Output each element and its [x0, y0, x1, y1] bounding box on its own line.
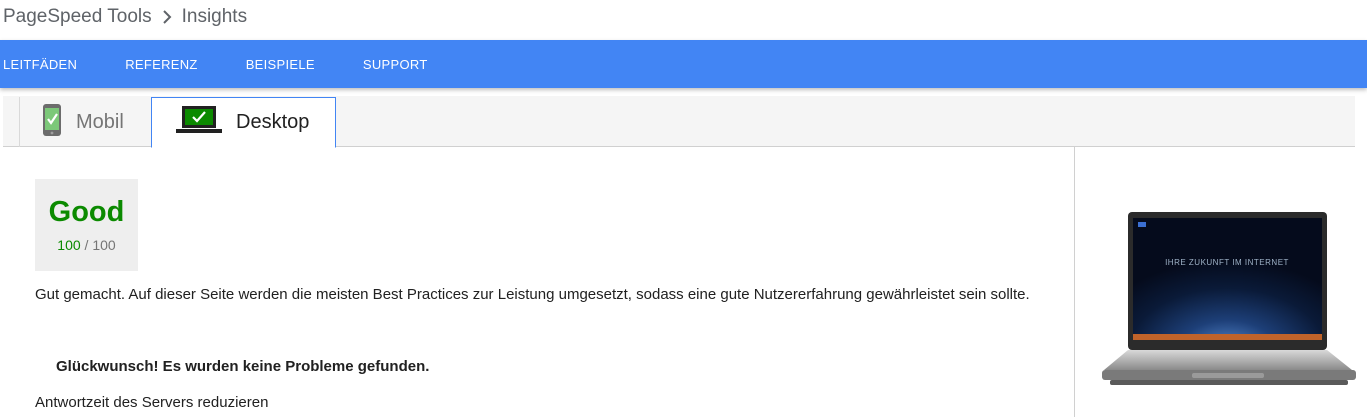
breadcrumb-pagespeed-tools[interactable]: PageSpeed Tools — [3, 6, 152, 28]
preview-screen-text: IHRE ZUKUNFT IM INTERNET — [1165, 258, 1289, 267]
desktop-screenshot-preview: IHRE ZUKUNFT IM INTERNET — [1100, 210, 1358, 395]
tab-desktop[interactable]: Desktop — [151, 97, 336, 148]
score-card: Good 100 / 100 — [35, 179, 138, 271]
nav-item-referenz[interactable]: REFERENZ — [125, 57, 197, 72]
breadcrumb: PageSpeed Tools Insights — [3, 5, 247, 29]
phone-check-icon — [42, 103, 62, 142]
column-divider — [1074, 147, 1075, 417]
top-nav: LEITFÄDEN REFERENZ BEISPIELE SUPPORT — [0, 40, 1367, 88]
tab-desktop-label: Desktop — [236, 111, 310, 133]
device-tabs: Mobil Desktop — [3, 96, 1355, 148]
score-value: 100 / 100 — [35, 237, 138, 253]
nav-item-leitfaeden[interactable]: LEITFÄDEN — [3, 57, 77, 72]
congrats-heading: Glückwunsch! Es wurden keine Probleme ge… — [56, 358, 430, 375]
nav-item-beispiele[interactable]: BEISPIELE — [246, 57, 315, 72]
rule-item-server-response[interactable]: Antwortzeit des Servers reduzieren — [35, 394, 268, 411]
laptop-check-icon — [176, 105, 222, 140]
score-separator: / — [84, 237, 89, 253]
nav-item-support[interactable]: SUPPORT — [363, 57, 428, 72]
tab-mobile[interactable]: Mobil — [19, 97, 151, 147]
score-number: 100 — [57, 237, 81, 253]
breadcrumb-insights: Insights — [181, 6, 248, 27]
score-max: 100 — [92, 237, 116, 253]
tab-mobile-label: Mobil — [76, 110, 124, 133]
score-label: Good — [48, 196, 125, 228]
summary-text: Gut gemacht. Auf dieser Seite werden die… — [35, 286, 1030, 303]
chevron-right-icon — [162, 10, 172, 24]
